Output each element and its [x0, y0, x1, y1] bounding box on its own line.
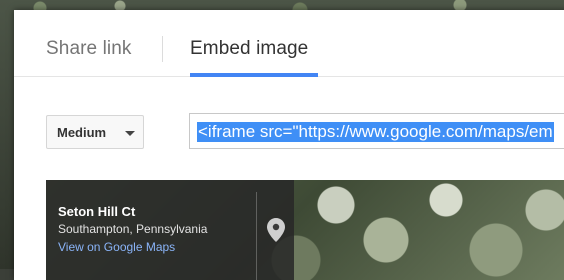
- embed-code-text: <iframe src="https://www.google.com/maps…: [197, 122, 554, 142]
- card-divider: [256, 192, 257, 280]
- place-info-card: Seton Hill Ct Southampton, Pennsylvania …: [46, 180, 294, 280]
- place-subtitle: Southampton, Pennsylvania: [58, 222, 208, 236]
- tab-bar: Share link Embed image: [14, 10, 564, 77]
- chevron-down-icon: [125, 131, 135, 136]
- size-dropdown[interactable]: Medium: [46, 115, 144, 149]
- share-dialog: Share link Embed image Medium <iframe sr…: [14, 10, 564, 280]
- tab-embed-image[interactable]: Embed image: [190, 38, 308, 60]
- embed-code-field[interactable]: <iframe src="https://www.google.com/maps…: [189, 113, 564, 149]
- place-title: Seton Hill Ct: [58, 204, 136, 219]
- view-on-google-maps-link[interactable]: View on Google Maps: [58, 240, 175, 254]
- tab-share-link[interactable]: Share link: [46, 38, 132, 60]
- map-pin-icon[interactable]: [267, 218, 285, 242]
- size-dropdown-label: Medium: [57, 125, 107, 140]
- tab-divider: [162, 36, 163, 62]
- active-tab-indicator: [190, 73, 318, 77]
- map-preview: Seton Hill Ct Southampton, Pennsylvania …: [46, 180, 564, 280]
